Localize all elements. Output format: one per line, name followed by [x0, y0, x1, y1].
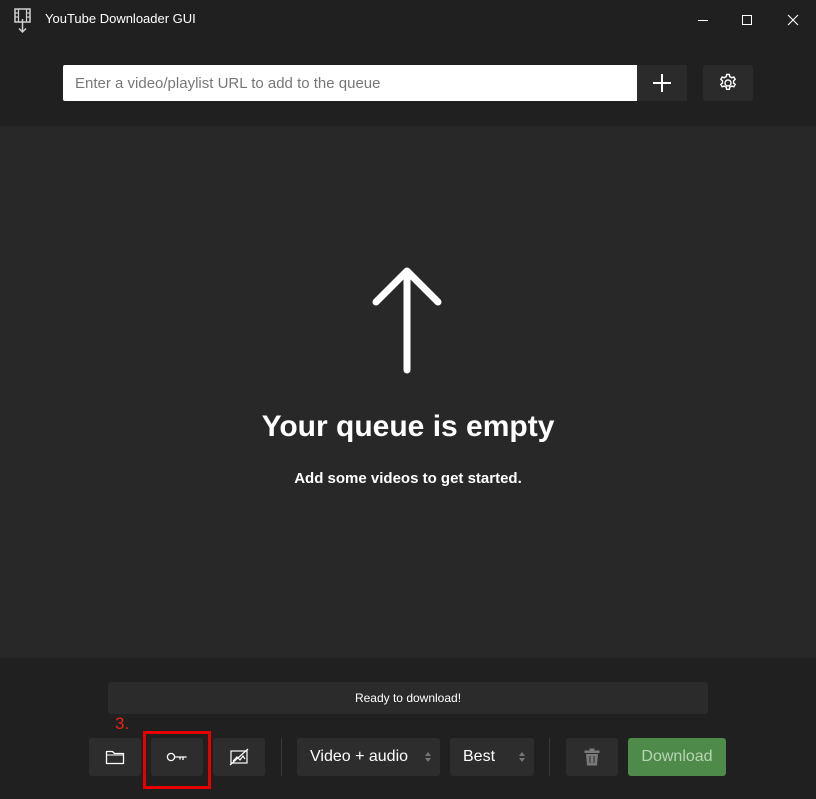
- plus-icon: [653, 74, 671, 92]
- annotation-highlight-box: [143, 731, 211, 789]
- format-select-value: Video + audio: [310, 748, 409, 765]
- gear-icon: [719, 73, 737, 90]
- quality-select[interactable]: Best: [450, 738, 534, 776]
- empty-queue-subtitle: Add some videos to get started.: [294, 470, 522, 487]
- minimize-button[interactable]: [680, 0, 726, 40]
- film-download-icon: [13, 8, 33, 34]
- close-button[interactable]: [770, 0, 816, 40]
- clear-queue-button[interactable]: [566, 738, 618, 776]
- up-arrow-icon: [372, 267, 442, 374]
- download-button[interactable]: Download: [628, 738, 726, 776]
- empty-queue-title: Your queue is empty: [261, 410, 555, 443]
- title-bar: YouTube Downloader GUI: [0, 0, 816, 40]
- settings-button[interactable]: [703, 65, 753, 101]
- step-annotation-label: 3.: [115, 714, 130, 733]
- thumbnail-toggle-button[interactable]: [213, 738, 265, 776]
- status-bar: Ready to download!: [108, 682, 708, 714]
- close-icon: [787, 14, 799, 26]
- select-arrows-icon: [425, 752, 431, 762]
- add-url-button[interactable]: [637, 65, 687, 101]
- output-folder-button[interactable]: [89, 738, 141, 776]
- folder-icon: [105, 750, 125, 765]
- url-bar: [0, 40, 816, 126]
- queue-panel: Your queue is empty Add some videos to g…: [0, 126, 816, 658]
- select-arrows-icon: [519, 752, 525, 762]
- download-button-label: Download: [641, 748, 713, 765]
- no-image-icon: [229, 748, 249, 766]
- window-title: YouTube Downloader GUI: [45, 11, 196, 26]
- toolbar-divider: [549, 738, 550, 776]
- format-select[interactable]: Video + audio: [297, 738, 440, 776]
- maximize-button[interactable]: [724, 0, 770, 40]
- toolbar-divider: [281, 738, 282, 776]
- maximize-icon: [742, 15, 752, 25]
- status-text: Ready to download!: [354, 691, 462, 705]
- bottom-toolbar: Ready to download! 3. Video + audio Best…: [0, 658, 816, 799]
- trash-icon: [584, 748, 600, 766]
- minimize-icon: [698, 20, 708, 21]
- quality-select-value: Best: [463, 748, 496, 765]
- url-input[interactable]: [63, 65, 637, 101]
